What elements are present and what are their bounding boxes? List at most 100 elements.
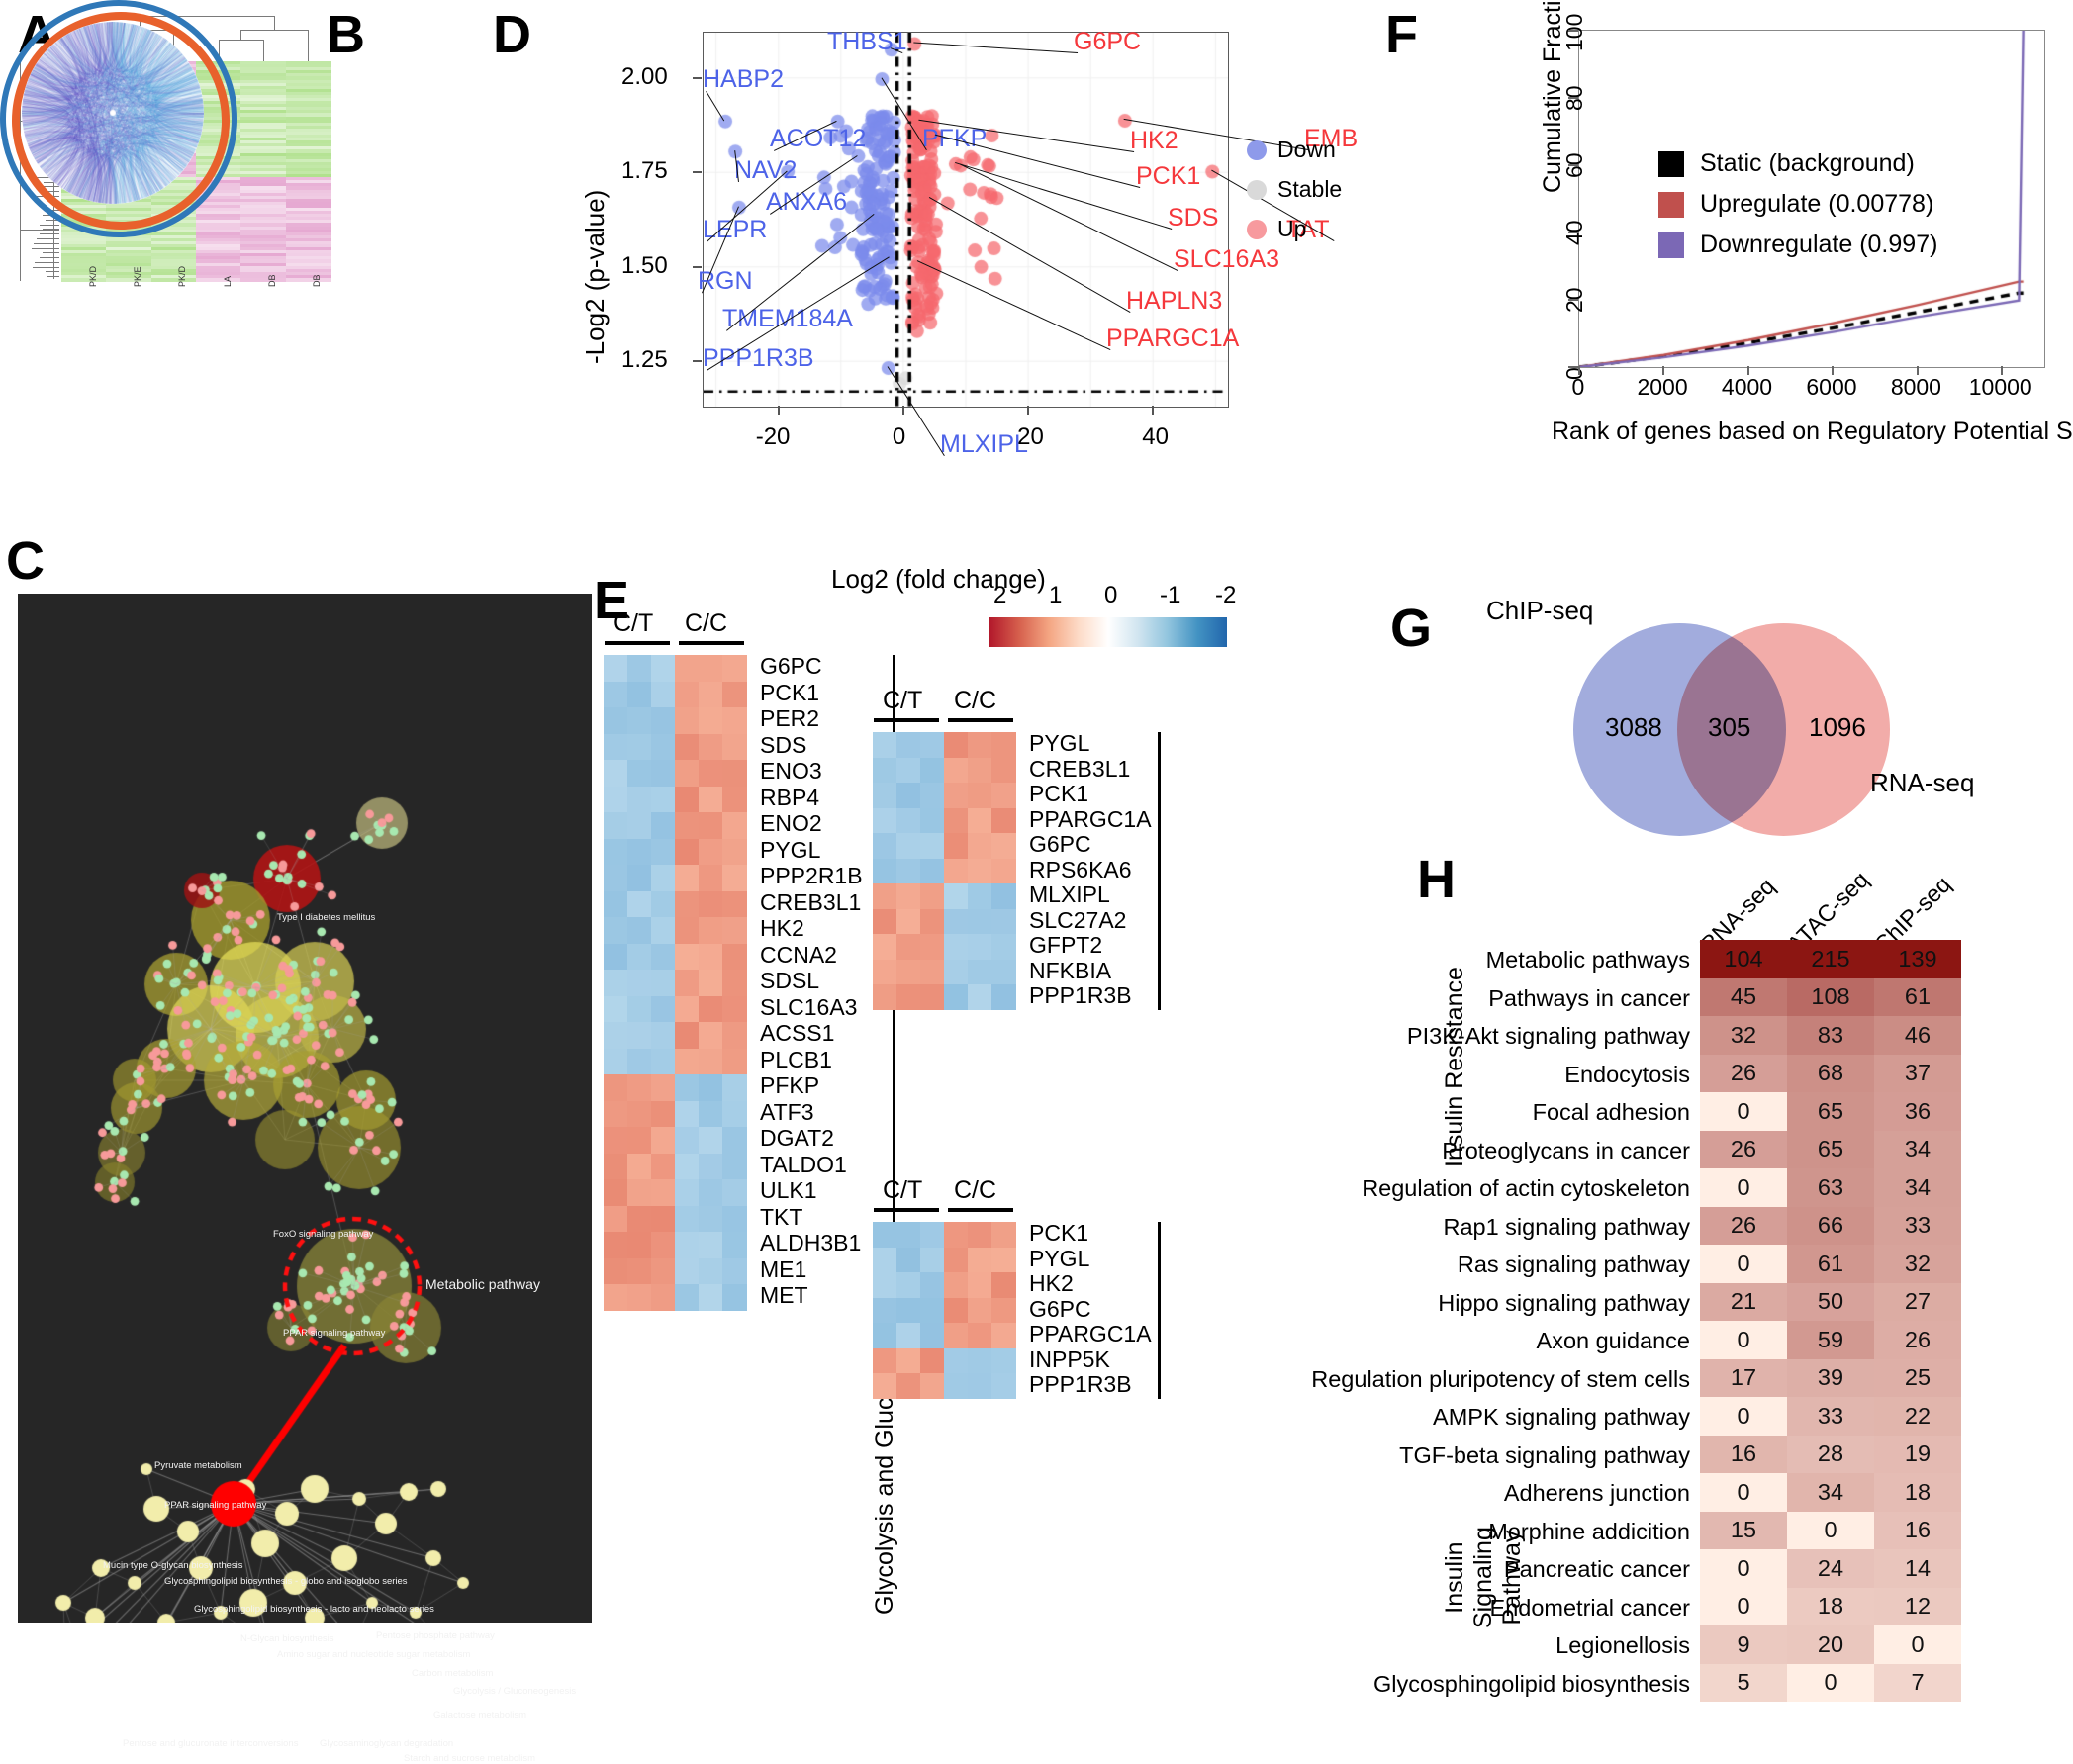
dendrogram-segment — [40, 257, 59, 259]
heatmap-cell — [699, 1074, 723, 1102]
heatmap-cell — [675, 1022, 700, 1050]
cumulative-x-tickmark — [1916, 366, 1919, 375]
pathway-table-row-label: Endocytosis — [1564, 1061, 1690, 1087]
heatmap-gene-label: TKT — [760, 1203, 803, 1230]
heatmap-cell — [675, 655, 700, 683]
heatmap-cell — [675, 865, 700, 892]
dendrogram-segment — [32, 266, 59, 268]
heatmap-cell — [968, 959, 992, 985]
pathway-table-cell: 0 — [1700, 1549, 1787, 1588]
heatmap-cell — [604, 681, 628, 708]
heatmap-cell — [991, 1222, 1016, 1249]
pathway-table-cell: 26 — [1700, 1206, 1787, 1245]
heatmap-cell — [651, 760, 676, 788]
heatmap-cell — [991, 984, 1016, 1011]
pathway-table-cell: 7 — [1874, 1663, 1961, 1702]
heatmap-cell — [991, 1347, 1016, 1374]
pathway-table-row-label: Glycosphingolipid biosynthesis — [1372, 1670, 1690, 1697]
volcano-y-tick: 1.50 — [621, 251, 668, 279]
volcano-gene-label: THBS1 — [827, 28, 907, 55]
heatmap-cell — [604, 865, 628, 892]
pathway-table-cell: 16 — [1874, 1511, 1961, 1549]
panel-letter-c: C — [6, 531, 45, 591]
volcano-x-tickmark — [1027, 406, 1030, 415]
cumulative-x-tick: 4000 — [1721, 374, 1773, 400]
heatmap-cell — [722, 655, 747, 683]
heatmap-cell — [968, 1373, 992, 1400]
pathway-table-cell: 83 — [1787, 1016, 1874, 1055]
volcano-legend-label: Down — [1277, 137, 1336, 162]
panel-d-volcano-plot: 1.25 1.50 1.75 2.00 -20 0 20 40 Log2 (fold cha… — [554, 18, 1358, 611]
pathway-table-cell: 34 — [1787, 1473, 1874, 1512]
heatmap-cell — [968, 1297, 992, 1324]
pathway-table-cell: 46 — [1874, 1016, 1961, 1055]
heatmap-cell — [873, 757, 897, 784]
heatmap-cell — [944, 1222, 969, 1249]
heatmap-cell — [920, 934, 945, 961]
volcano-gene-label: PPP1R3B — [703, 344, 814, 372]
volcano-gene-label: HAPLN3 — [1126, 287, 1223, 315]
heatmap-cell — [944, 732, 969, 759]
heatmap-cell — [991, 883, 1016, 910]
heatmap-cell — [627, 681, 652, 708]
heatmap-gene-label: HK2 — [760, 915, 804, 941]
pathway-table-cell: 0 — [1787, 1663, 1874, 1702]
heatmap-cell — [627, 1048, 652, 1075]
heatmap-cell — [604, 655, 628, 683]
heatmap-cell — [968, 833, 992, 860]
network-node-label: Glycosphingolipid biosynthesis - lacto a… — [194, 1604, 434, 1615]
heatmap-cell — [968, 1222, 992, 1249]
pathway-table-cell: 19 — [1874, 1435, 1961, 1473]
heatmap-cell — [722, 1048, 747, 1075]
heatmap-cell — [699, 1232, 723, 1259]
colorbar-tick: 0 — [1104, 582, 1118, 608]
heatmap-gene-label: PER2 — [760, 705, 820, 731]
cumulative-legend-label: Upregulate (0.00778) — [1700, 190, 1934, 218]
heatmap-cell — [675, 1257, 700, 1285]
pathway-table-cell: 20 — [1787, 1625, 1874, 1664]
heatmap-cell — [873, 1272, 897, 1299]
pathway-table-cell: 66 — [1787, 1206, 1874, 1245]
network-node-label: Starch and sucrose metabolism — [404, 1753, 536, 1764]
panel-letter-d: D — [493, 5, 531, 64]
heatmap-cell — [675, 1205, 700, 1233]
volcano-y-tickmark — [693, 360, 702, 363]
panel-c-pathway-network: Type I diabetes mellitus FoxO signaling p… — [18, 594, 592, 1764]
heatmap-gene-label: ME1 — [760, 1255, 807, 1282]
heatmap-cell — [722, 1153, 747, 1180]
heatmap-cell — [920, 1272, 945, 1299]
pathway-table-cell: 36 — [1874, 1092, 1961, 1131]
pathway-table-cell: 22 — [1874, 1397, 1961, 1436]
heatmap-cell — [873, 984, 897, 1011]
colorbar-tick: -1 — [1160, 582, 1181, 608]
panel-g-venn-diagram: ChIP-seq RNA-seq 3088 305 1096 — [1375, 596, 2068, 851]
heatmap-cell — [627, 655, 652, 683]
pathway-table-cell: 32 — [1874, 1245, 1961, 1283]
heatmap-cell — [722, 917, 747, 945]
volcano-y-tick: 1.25 — [621, 346, 668, 374]
heatmap-cell — [896, 1272, 921, 1299]
heatmap-cell — [968, 1347, 992, 1374]
heatmap-gene-label: G6PC — [1029, 831, 1091, 857]
heatmap-cell — [675, 1100, 700, 1128]
heatmap-gene-label: ACSS1 — [760, 1020, 835, 1046]
heatmap-cell — [604, 943, 628, 971]
volcano-y-tickmark — [693, 76, 702, 79]
pathway-table-cell: 68 — [1787, 1054, 1874, 1092]
heatmap-cell — [920, 757, 945, 784]
heatmap-gene-label: G6PC — [1029, 1295, 1091, 1322]
network-node-label: Type I diabetes mellitus — [277, 912, 376, 923]
heatmap-cell — [651, 995, 676, 1023]
pathway-table-cell: 0 — [1787, 1511, 1874, 1549]
heatmap-cell — [651, 1257, 676, 1285]
heatmap-cell — [968, 807, 992, 834]
heatmap-cell — [604, 1179, 628, 1207]
metabolic-pathway-highlight-label: Metabolic pathway — [425, 1276, 540, 1292]
network-node-label: Pentose and glucuronate interconversions — [123, 1738, 299, 1749]
heatmap-cell — [896, 934, 921, 961]
volcano-legend: Down Stable Up — [1247, 137, 1342, 255]
cumulative-x-tick: 10000 — [1968, 374, 2032, 400]
heatmap-cell — [627, 1074, 652, 1102]
pathway-table-row-label: Legionellosis — [1555, 1632, 1690, 1658]
heatmap-cell — [699, 890, 723, 918]
